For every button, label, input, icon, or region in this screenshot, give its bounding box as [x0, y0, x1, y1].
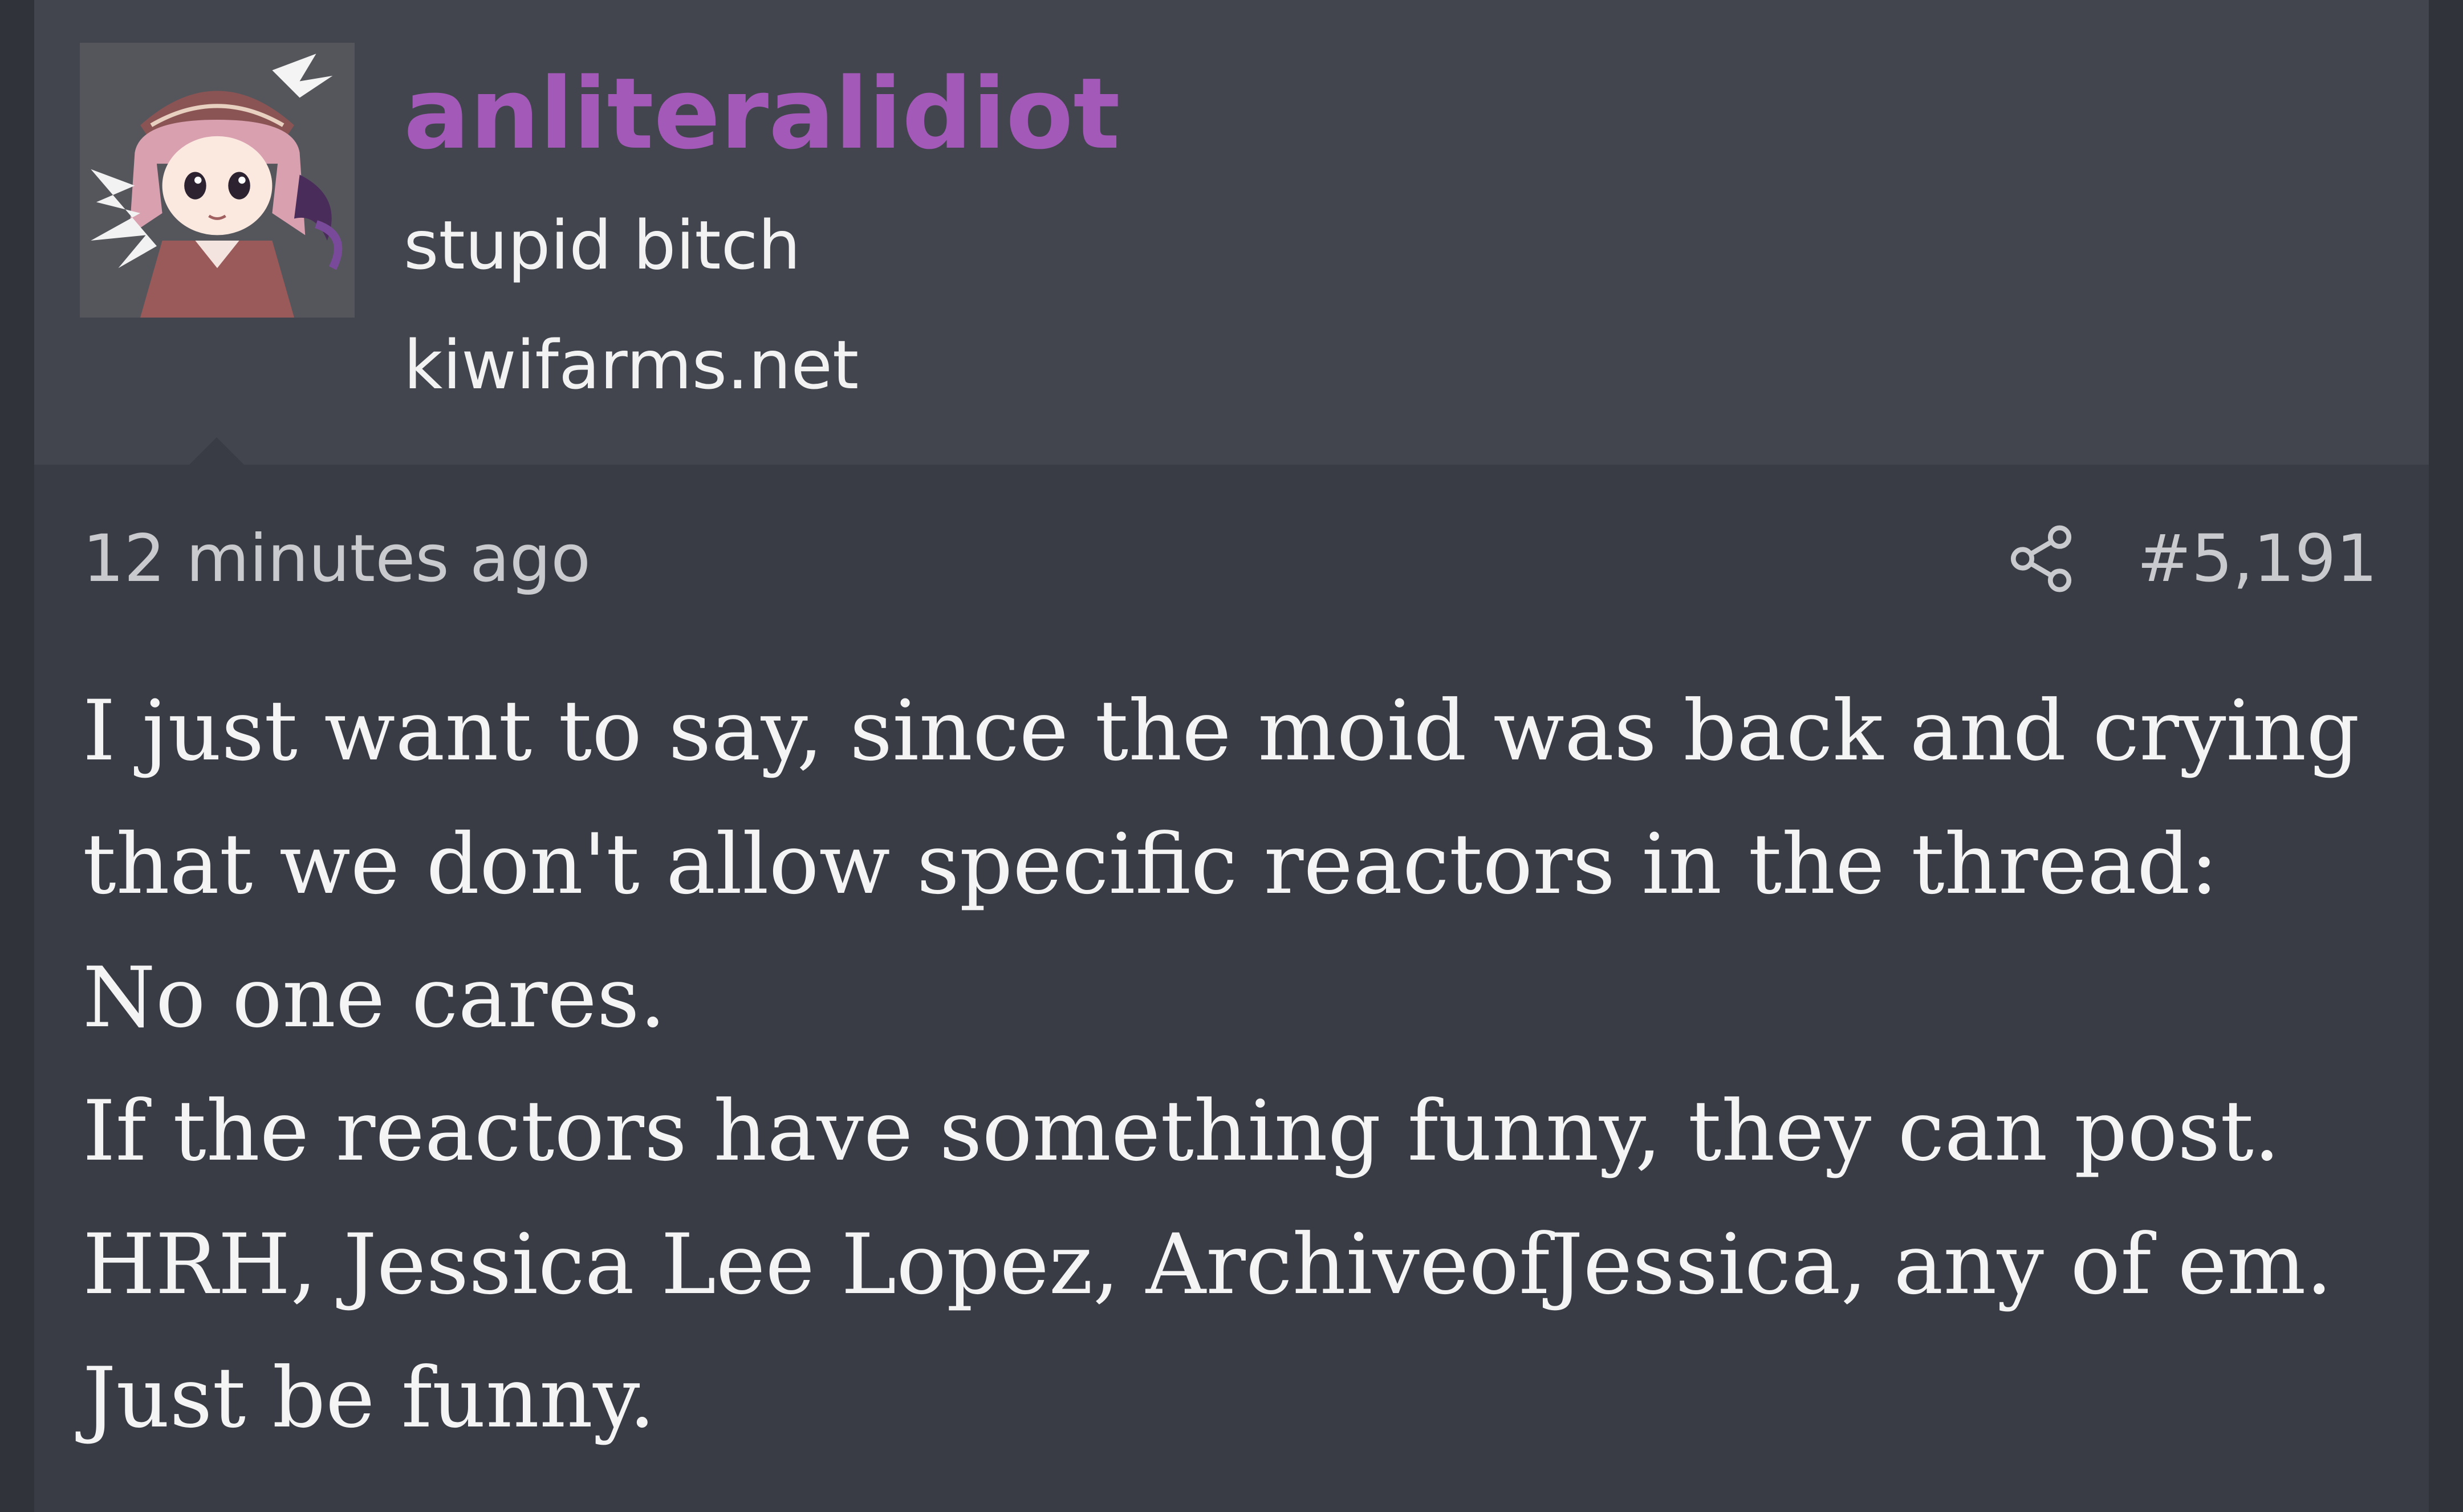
post-number-link[interactable]: #5,191	[2137, 516, 2377, 601]
forum-post: anliteralidiot stupid bitch kiwifarms.ne…	[34, 0, 2429, 1512]
post-body-line: No one cares.	[83, 949, 666, 1046]
post-user-header: anliteralidiot stupid bitch kiwifarms.ne…	[34, 0, 2429, 465]
page-gutter-right	[2429, 0, 2463, 1512]
user-site-label: kiwifarms.net	[404, 326, 859, 404]
user-title: stupid bitch	[404, 206, 801, 284]
share-icon[interactable]	[2004, 522, 2078, 596]
header-pointer-arrow	[188, 437, 245, 466]
post-body-line: HRH, Jessica Lee Lopez, ArchiveofJessica…	[83, 1216, 2332, 1313]
user-avatar[interactable]	[80, 43, 355, 318]
post-body-line: If the reactors have something funny, th…	[83, 1083, 2281, 1180]
username[interactable]: anliteralidiot	[404, 57, 1120, 171]
post-body-line: I just want to say, since the moid was b…	[83, 682, 2360, 779]
post-body-line: that we don't allow specific reactors in…	[83, 816, 2218, 913]
post-timestamp[interactable]: 12 minutes ago	[83, 516, 591, 601]
page-gutter-left	[0, 0, 34, 1512]
post-body: I just want to say, since the moid was b…	[83, 664, 2392, 1465]
post-body-line: Just be funny.	[83, 1350, 656, 1446]
avatar-image	[80, 43, 355, 318]
